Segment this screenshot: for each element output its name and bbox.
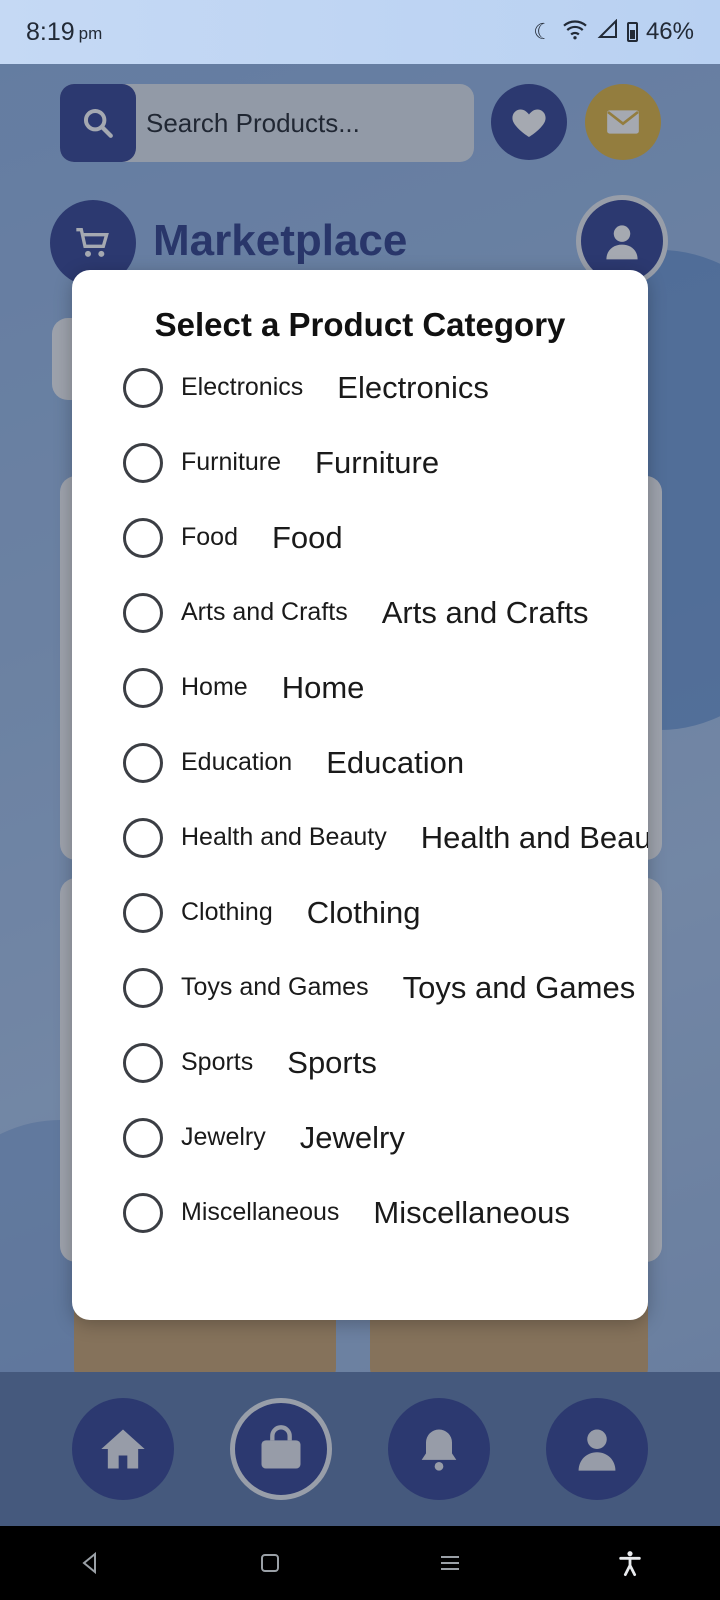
radio-button[interactable] xyxy=(123,367,163,408)
option-value: Home xyxy=(281,669,365,705)
radio-button[interactable] xyxy=(123,667,163,708)
option-label: Toys and Games xyxy=(181,973,369,1001)
square-icon xyxy=(261,1554,279,1572)
option-value: Health and Beauty xyxy=(420,819,648,855)
recents-button[interactable] xyxy=(420,1533,480,1593)
option-value: Electronics xyxy=(337,369,489,405)
option-value: Food xyxy=(271,519,343,555)
option-label: Arts and Crafts xyxy=(181,598,348,626)
system-nav-bar xyxy=(0,1526,720,1600)
do-not-disturb-icon: ☾ xyxy=(533,19,553,44)
option-label: Education xyxy=(181,748,293,776)
category-option-education[interactable]: Education Education xyxy=(72,725,648,800)
option-label: Jewelry xyxy=(181,1123,266,1151)
radio-button[interactable] xyxy=(123,1117,163,1158)
option-value: Furniture xyxy=(315,444,440,480)
status-bar: 8:19 pm ☾ 46% xyxy=(0,0,720,64)
category-options: Electronics Electronics Furniture Furnit… xyxy=(72,350,648,1250)
option-value: Jewelry xyxy=(299,1119,405,1155)
option-value: Sports xyxy=(287,1044,377,1080)
radio-button[interactable] xyxy=(123,742,163,783)
radio-button[interactable] xyxy=(123,817,163,858)
battery-level: 46% xyxy=(645,18,694,45)
category-option-clothing[interactable]: Clothing Clothing xyxy=(72,875,648,950)
wifi-icon xyxy=(561,18,589,46)
category-option-electronics[interactable]: Electronics Electronics xyxy=(72,350,648,425)
option-value: Arts and Crafts xyxy=(381,594,589,630)
back-button[interactable] xyxy=(60,1533,120,1593)
status-time: 8:19 xyxy=(26,17,75,46)
home-nav-button[interactable] xyxy=(240,1533,300,1593)
category-option-home[interactable]: Home Home xyxy=(72,650,648,725)
option-label: Miscellaneous xyxy=(181,1198,340,1226)
category-option-toys-and-games[interactable]: Toys and Games Toys and Games xyxy=(72,950,648,1025)
option-label: Clothing xyxy=(181,898,273,926)
category-option-miscellaneous[interactable]: Miscellaneous Miscellaneous xyxy=(72,1175,648,1250)
radio-button[interactable] xyxy=(123,967,163,1008)
battery-icon xyxy=(626,22,638,42)
signal-icon xyxy=(597,18,619,45)
dialog-title: Select a Product Category xyxy=(154,306,566,343)
accessibility-icon xyxy=(619,1551,641,1577)
option-label: Home xyxy=(181,673,248,701)
category-option-food[interactable]: Food Food xyxy=(72,500,648,575)
radio-button[interactable] xyxy=(123,892,163,933)
category-dialog: Select a Product Category Electronics El… xyxy=(72,270,648,1320)
category-option-sports[interactable]: Sports Sports xyxy=(72,1025,648,1100)
category-option-health-and-beauty[interactable]: Health and Beauty Health and Beauty xyxy=(72,800,648,875)
radio-button[interactable] xyxy=(123,517,163,558)
category-option-arts-and-crafts[interactable]: Arts and Crafts Arts and Crafts xyxy=(72,575,648,650)
radio-button[interactable] xyxy=(123,1192,163,1233)
option-label: Health and Beauty xyxy=(181,823,387,851)
option-value: Education xyxy=(326,744,465,780)
option-label: Sports xyxy=(181,1048,254,1076)
radio-button[interactable] xyxy=(123,592,163,633)
radio-button[interactable] xyxy=(123,442,163,483)
option-label: Electronics xyxy=(181,373,304,401)
menu-icon xyxy=(441,1556,459,1570)
back-icon xyxy=(82,1551,96,1575)
radio-button[interactable] xyxy=(123,1042,163,1083)
option-value: Clothing xyxy=(306,894,421,930)
option-value: Miscellaneous xyxy=(373,1194,570,1230)
option-label: Furniture xyxy=(181,448,282,476)
category-option-jewelry[interactable]: Jewelry Jewelry xyxy=(72,1100,648,1175)
accessibility-button[interactable] xyxy=(600,1533,660,1593)
option-value: Toys and Games xyxy=(402,969,636,1005)
category-option-furniture[interactable]: Furniture Furniture xyxy=(72,425,648,500)
option-label: Food xyxy=(181,523,238,551)
status-ampm: pm xyxy=(78,24,103,43)
